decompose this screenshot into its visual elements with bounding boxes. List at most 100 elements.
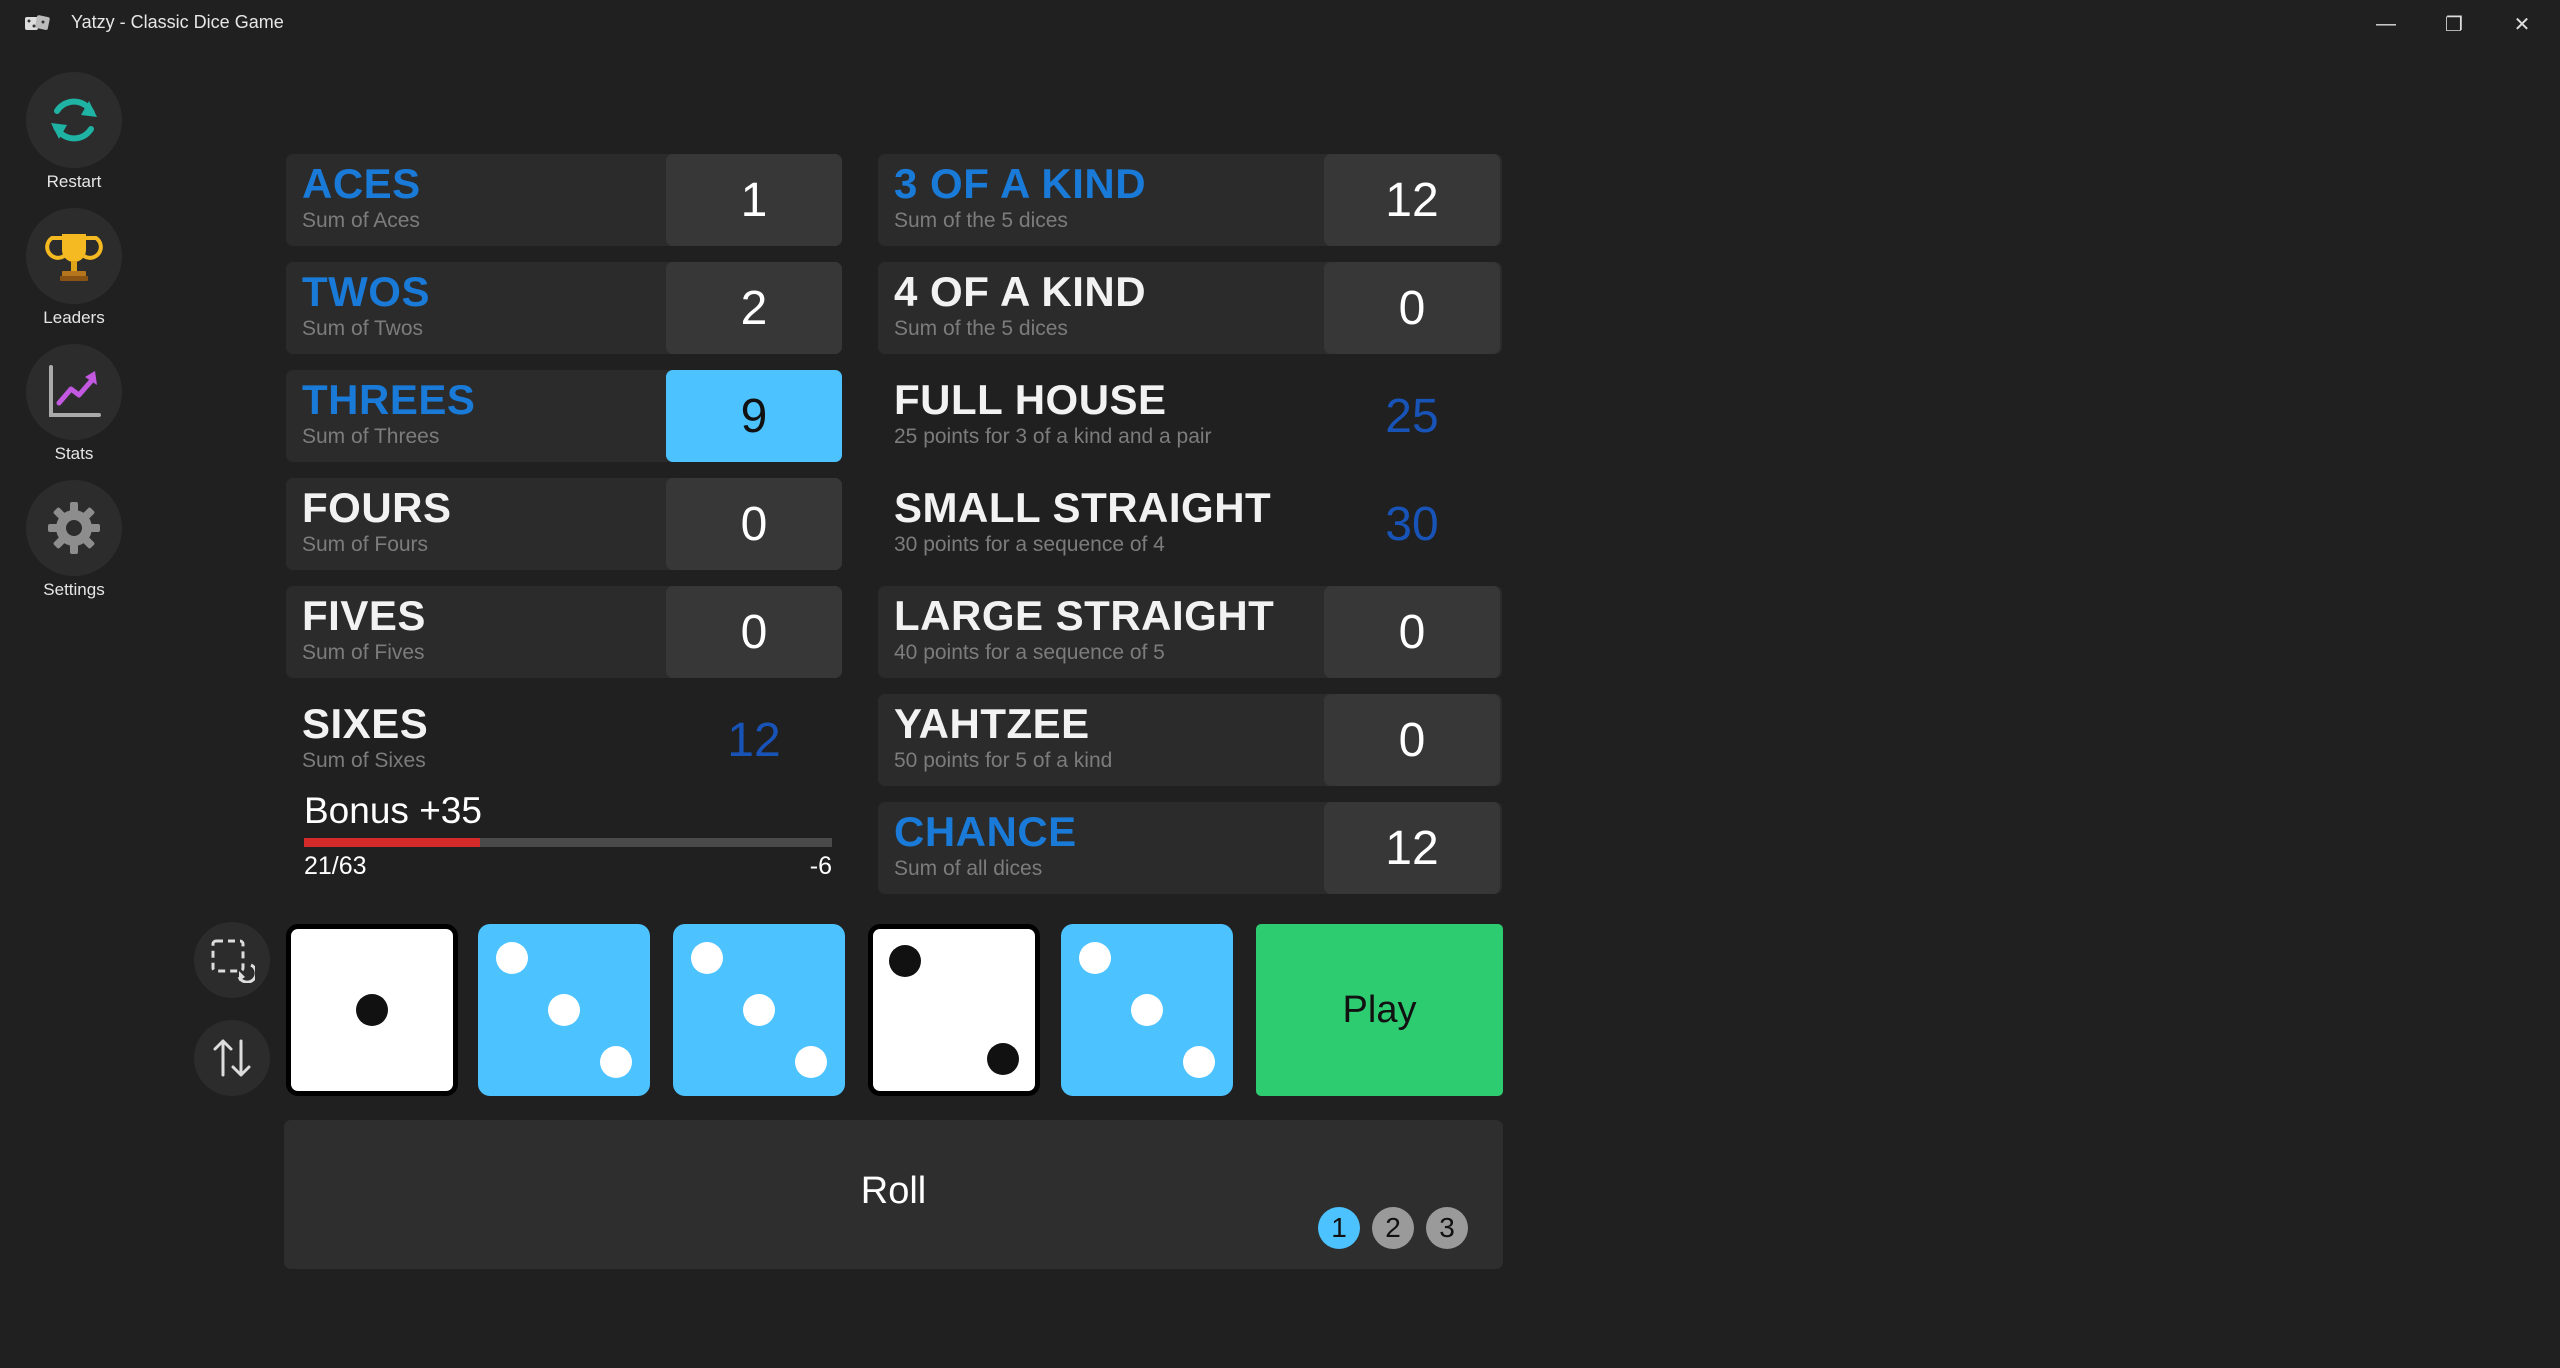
category-four-of-a-kind[interactable]: 4 OF A KIND Sum of the 5 dices 0 [878,262,1502,354]
die-pip [1131,994,1163,1026]
score-box: 9 [666,370,842,462]
settings-button[interactable]: Settings [26,480,122,600]
trophy-icon [45,234,103,281]
die-pip [599,1045,632,1078]
stats-label: Stats [54,444,94,463]
category-name: ACES [302,160,421,207]
category-full-house[interactable]: FULL HOUSE 25 points for 3 of a kind and… [878,370,1502,462]
category-name: 4 OF A KIND [894,268,1147,315]
die-1[interactable] [286,924,458,1096]
bonus-label: Bonus +35 [304,790,482,831]
category-name: SIXES [302,700,429,747]
category-aces[interactable]: ACES Sum of Aces 1 [286,154,842,246]
window-title: Yatzy - Classic Dice Game [71,12,284,32]
leaders-label: Leaders [43,308,105,327]
die-3[interactable] [673,924,845,1096]
die-pip [691,942,724,975]
score-box: 0 [666,478,842,570]
category-desc: Sum of Sixes [302,749,426,772]
score-box: 0 [666,586,842,678]
roll-button[interactable]: Roll 1 2 3 [284,1120,1503,1269]
chart-icon [49,365,101,417]
play-button[interactable]: Play [1256,924,1503,1096]
category-desc: Sum of Fours [302,533,429,556]
title-bar: Yatzy - Classic Dice Game — ❐ ✕ [0,0,2560,48]
minimize-button[interactable]: — [2352,0,2420,48]
score-box: 12 [1324,154,1500,246]
category-name: YAHTZEE [894,700,1090,747]
select-reset-button[interactable] [194,922,270,998]
roll-counter-1: 1 [1318,1207,1360,1249]
category-chance[interactable]: CHANCE Sum of all dices 12 [878,802,1502,894]
category-desc: Sum of Threes [302,425,440,448]
category-sixes[interactable]: SIXES Sum of Sixes 12 [286,694,842,786]
die-5[interactable] [1061,924,1233,1096]
category-name: SMALL STRAIGHT [894,484,1272,531]
leaders-button[interactable]: Leaders [26,208,122,328]
category-threes[interactable]: THREES Sum of Threes 9 [286,370,842,462]
score-box: 25 [1385,389,1439,443]
bonus-progress-bar [304,838,832,847]
category-name: LARGE STRAIGHT [894,592,1275,639]
category-fives[interactable]: FIVES Sum of Fives 0 [286,586,842,678]
die-4[interactable] [868,924,1040,1096]
category-three-of-a-kind[interactable]: 3 OF A KIND Sum of the 5 dices 12 [878,154,1502,246]
category-large-straight[interactable]: LARGE STRAIGHT 40 points for a sequence … [878,586,1502,678]
category-desc: Sum of Fives [302,641,425,664]
category-desc: Sum of the 5 dices [894,317,1068,340]
roll-counter-2: 2 [1372,1207,1414,1249]
score-box: 30 [1385,497,1439,551]
score-box: 1 [666,154,842,246]
die-pip [986,1042,1019,1075]
close-icon: ✕ [2513,13,2531,36]
category-desc: 50 points for 5 of a kind [894,749,1113,772]
die-pip [1182,1045,1215,1078]
category-name: THREES [302,376,476,423]
select-reset-icon [211,939,255,983]
category-small-straight[interactable]: SMALL STRAIGHT 30 points for a sequence … [878,478,1502,570]
bonus-remaining: -6 [809,852,832,880]
restore-button[interactable]: ❐ [2420,0,2488,48]
category-name: FIVES [302,592,426,639]
bonus-progress-text: 21/63 [304,852,367,880]
die-pip [496,942,529,975]
category-desc: 30 points for a sequence of 4 [894,533,1165,556]
sort-icon [213,1039,251,1077]
settings-label: Settings [43,580,105,599]
close-button[interactable]: ✕ [2488,0,2556,48]
category-twos[interactable]: TWOS Sum of Twos 2 [286,262,842,354]
die-2[interactable] [478,924,650,1096]
category-name: CHANCE [894,808,1077,855]
restart-icon [51,98,97,142]
category-name: 3 OF A KIND [894,160,1147,207]
die-pip [889,945,922,978]
score-box: 0 [1324,586,1500,678]
score-box: 2 [666,262,842,354]
category-desc: Sum of Twos [302,317,423,340]
app-dice-icon [24,14,52,34]
stats-button[interactable]: Stats [26,344,122,464]
die-pip [548,994,580,1026]
category-name: FULL HOUSE [894,376,1167,423]
restart-label: Restart [46,172,102,191]
category-desc: 40 points for a sequence of 5 [894,641,1165,664]
score-box: 0 [1324,694,1500,786]
category-desc: 25 points for 3 of a kind and a pair [894,425,1212,448]
category-fours[interactable]: FOURS Sum of Fours 0 [286,478,842,570]
category-name: TWOS [302,268,430,315]
category-desc: Sum of the 5 dices [894,209,1068,232]
roll-counter-3: 3 [1426,1207,1468,1249]
category-name: FOURS [302,484,452,531]
gear-icon [48,502,100,554]
bonus-progress-fill [304,838,480,847]
category-yahtzee[interactable]: YAHTZEE 50 points for 5 of a kind 0 [878,694,1502,786]
score-box: 12 [1324,802,1500,894]
minimize-icon: — [2376,12,2396,35]
die-pip [794,1045,827,1078]
roll-label: Roll [860,1170,927,1212]
sort-dice-button[interactable] [194,1020,270,1096]
die-pip [356,994,388,1026]
restart-button[interactable]: Restart [26,72,122,192]
category-desc: Sum of Aces [302,209,420,232]
score-box: 0 [1324,262,1500,354]
